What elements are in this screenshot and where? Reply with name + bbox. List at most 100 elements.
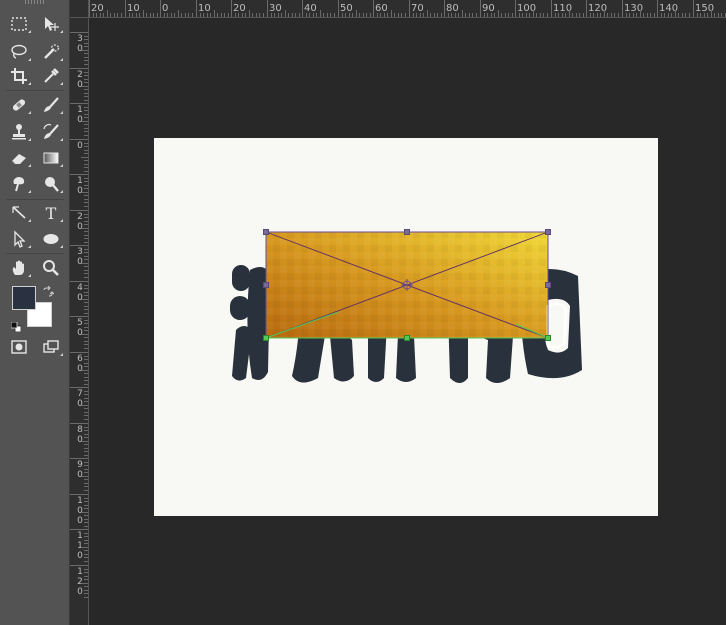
ruler-minor-tick	[256, 13, 257, 17]
ruler-minor-tick	[117, 13, 118, 17]
ruler-minor-tick	[593, 13, 594, 17]
ruler-minor-tick	[458, 13, 459, 17]
ruler-minor-tick	[707, 13, 708, 17]
default-colors-icon[interactable]	[10, 317, 22, 333]
horizontal-ruler[interactable]: 20 10 0 10 20 30 40 50 60 70 80 90 100 110 120 130 140 15…	[89, 0, 726, 18]
ruler-minor-tick	[292, 13, 293, 17]
blur-tool[interactable]	[4, 172, 34, 196]
ruler-minor-tick	[84, 231, 88, 232]
ruler-minor-tick	[330, 13, 331, 17]
ruler-minor-tick	[84, 107, 88, 108]
ruler-minor-tick	[309, 13, 310, 17]
ruler-minor-tick	[84, 46, 88, 47]
swap-colors-icon[interactable]	[42, 283, 55, 297]
transform-handle-top-left[interactable]	[263, 229, 269, 235]
ruler-major-tick	[657, 0, 658, 17]
ruler-label: 6 0	[77, 354, 83, 374]
ruler-minor-tick	[84, 536, 88, 537]
transform-handle-right[interactable]	[545, 282, 551, 288]
pen-tool[interactable]	[4, 201, 34, 225]
vertical-ruler[interactable]: 3 0 2 0 1 0 0 1 0 2 0 3 0 4 0 5 0 6 0 7 0 8 0 9 0 1 0…	[70, 18, 89, 625]
hand-tool[interactable]	[4, 256, 34, 280]
hand-icon	[12, 260, 24, 275]
zoom-tool[interactable]	[36, 256, 66, 280]
quick-mask-icon	[11, 340, 27, 354]
ruler-major-tick	[373, 0, 374, 17]
eyedropper-tool[interactable]	[36, 64, 66, 88]
lasso-tool[interactable]	[4, 40, 34, 64]
ruler-minor-tick	[263, 13, 264, 17]
ruler-major-tick	[70, 316, 88, 317]
ruler-major-tick	[70, 281, 88, 282]
transform-handle-bottom[interactable]	[404, 335, 410, 341]
ruler-minor-tick	[84, 309, 88, 310]
ruler-major-tick	[70, 210, 88, 211]
ruler-minor-tick	[420, 13, 421, 17]
ruler-major-tick	[444, 0, 445, 17]
ruler-minor-tick	[84, 171, 88, 172]
ruler-minor-tick	[81, 157, 88, 158]
ruler-minor-tick	[526, 13, 527, 17]
ruler-minor-tick	[366, 13, 367, 17]
panel-grip[interactable]	[25, 0, 45, 4]
transform-handle-top-right[interactable]	[545, 229, 551, 235]
ruler-minor-tick	[84, 100, 88, 101]
ruler-minor-tick	[84, 448, 88, 449]
stamp-tool[interactable]	[4, 120, 34, 144]
healing-tool[interactable]	[4, 93, 34, 117]
gradient-tool[interactable]	[36, 146, 66, 170]
lasso-icon	[11, 44, 27, 59]
ruler-minor-tick	[84, 377, 88, 378]
transform-handle-left[interactable]	[263, 282, 269, 288]
ruler-minor-tick	[600, 13, 601, 17]
ruler-major-tick	[125, 0, 126, 17]
ruler-minor-tick	[84, 498, 88, 499]
ruler-minor-tick	[84, 356, 88, 357]
screen-mode-button[interactable]	[36, 335, 66, 359]
ruler-label: 1 2 0	[77, 567, 83, 597]
quick-mask-button[interactable]	[4, 335, 34, 359]
ruler-minor-tick	[84, 114, 88, 115]
ruler-minor-tick	[143, 10, 144, 17]
transform-handle-bottom-left[interactable]	[263, 335, 269, 341]
ruler-minor-tick	[469, 13, 470, 17]
ruler-minor-tick	[84, 93, 88, 94]
transform-handle-bottom-right[interactable]	[545, 335, 551, 341]
ruler-minor-tick	[217, 13, 218, 17]
history-brush-tool[interactable]	[36, 120, 66, 144]
ruler-minor-tick	[562, 13, 563, 17]
ruler-minor-tick	[614, 13, 615, 17]
document-canvas[interactable]	[154, 138, 658, 516]
ruler-minor-tick	[84, 330, 88, 331]
type-tool[interactable]: T	[36, 201, 66, 225]
brush-tool[interactable]	[36, 93, 66, 117]
ruler-minor-tick	[84, 526, 88, 527]
path-select-tool[interactable]	[4, 227, 34, 251]
foreground-color-swatch[interactable]	[12, 286, 36, 310]
ruler-minor-tick	[84, 224, 88, 225]
ruler-minor-tick	[84, 217, 88, 218]
marquee-tool[interactable]	[4, 12, 34, 36]
ruler-minor-tick	[576, 13, 577, 17]
ruler-minor-tick	[84, 384, 88, 385]
ruler-minor-tick	[249, 10, 250, 17]
dodge-tool[interactable]	[36, 172, 66, 196]
ruler-minor-tick	[167, 13, 168, 17]
ruler-minor-tick	[498, 10, 499, 17]
quick-select-tool[interactable]	[36, 40, 66, 64]
ruler-minor-tick	[618, 13, 619, 17]
ruler-minor-tick	[84, 110, 88, 111]
ruler-corner[interactable]	[70, 0, 89, 18]
ruler-minor-tick	[547, 13, 548, 17]
transform-handle-top[interactable]	[404, 229, 410, 235]
ruler-minor-tick	[84, 323, 88, 324]
ruler-minor-tick	[150, 13, 151, 17]
ruler-minor-tick	[285, 10, 286, 17]
crop-tool[interactable]	[4, 64, 34, 88]
ruler-minor-tick	[494, 13, 495, 17]
ruler-minor-tick	[84, 586, 88, 587]
eyedropper-icon	[44, 68, 59, 83]
move-tool[interactable]	[36, 12, 66, 36]
ellipse-tool[interactable]	[36, 227, 66, 251]
eraser-tool[interactable]	[4, 146, 34, 170]
